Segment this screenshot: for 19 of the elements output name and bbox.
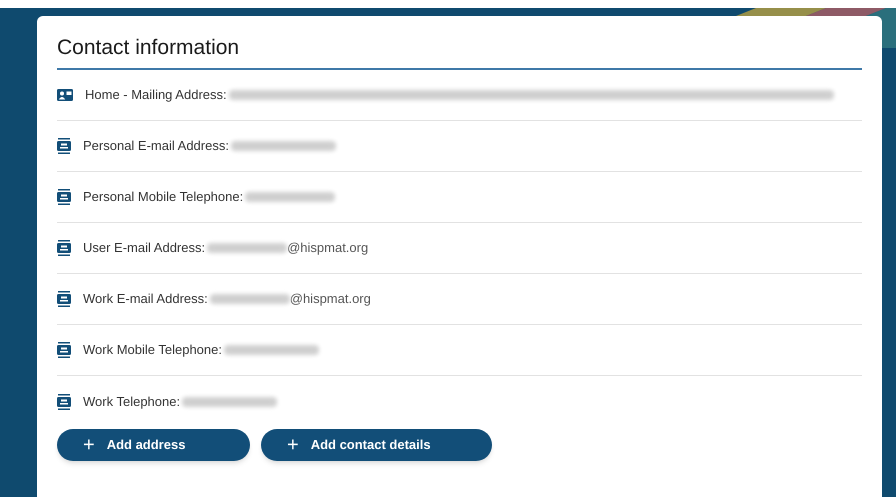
field-label: Personal Mobile Telephone: (83, 188, 244, 206)
field-label: Work Telephone: (83, 392, 180, 411)
field-label: Work E-mail Address: (83, 290, 208, 308)
field-label: Home - Mailing Address: (85, 86, 227, 104)
contact-card-icon (57, 342, 71, 358)
contact-card-icon (57, 291, 71, 307)
add-button[interactable]: + Add address (57, 429, 250, 461)
contact-card-icon (57, 394, 71, 410)
field-label: Work Mobile Telephone: (83, 341, 222, 360)
field-value: @hispmat.org (287, 239, 368, 258)
contact-card-icon (57, 240, 71, 256)
field-label: Personal E-mail Address: (83, 137, 229, 156)
contact-card-icon (57, 189, 71, 205)
field-label: User E-mail Address: (83, 239, 206, 258)
contact-card-icon (57, 138, 71, 154)
field-value: @hispmat.org (290, 290, 371, 308)
add-button[interactable]: + Add contact details (261, 429, 492, 461)
card-title: Contact information (57, 35, 240, 61)
address-card-icon (57, 89, 73, 101)
